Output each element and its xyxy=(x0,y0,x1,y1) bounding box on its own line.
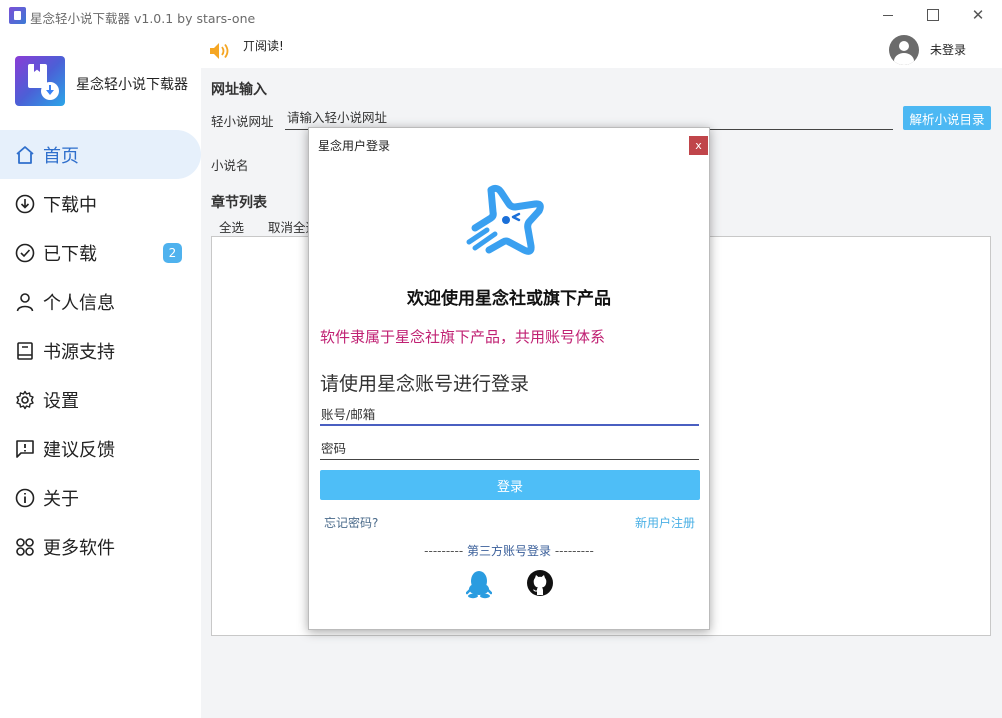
dialog-close-button[interactable]: x xyxy=(689,136,708,155)
sidebar-item-more-apps[interactable]: 更多软件 xyxy=(0,522,201,571)
sidebar-item-label: 更多软件 xyxy=(43,537,115,559)
notice-text: 丌阅读! xyxy=(243,39,284,53)
downloaded-count-badge: 2 xyxy=(163,243,182,263)
chapter-section-title: 章节列表 xyxy=(211,195,267,211)
sidebar-item-label: 建议反馈 xyxy=(43,439,115,461)
star-logo-icon xyxy=(466,184,544,255)
sidebar-item-label: 个人信息 xyxy=(43,292,115,314)
book-icon xyxy=(14,340,36,362)
url-label: 轻小说网址 xyxy=(211,114,274,129)
divider-dashes-left: --------- xyxy=(424,544,464,558)
sidebar-item-sources[interactable]: 书源支持 xyxy=(0,326,201,375)
dialog-subtitle: 软件隶属于星念社旗下产品，共用账号体系 xyxy=(320,328,606,346)
third-party-divider: --------- 第三方账号登录 --------- xyxy=(309,542,709,559)
sidebar-item-home[interactable]: 首页 xyxy=(0,130,201,179)
sidebar-item-downloading[interactable]: 下载中 xyxy=(0,179,201,228)
title-bar: 星念轻小说下载器 v1.0.1 by stars-one ✕ xyxy=(0,0,1002,32)
third-party-label: 第三方账号登录 xyxy=(466,544,551,558)
welcome-heading: 欢迎使用星念社或旗下产品 xyxy=(407,289,611,309)
user-icon xyxy=(14,291,36,313)
feedback-icon xyxy=(14,438,36,460)
sidebar-item-about[interactable]: 关于 xyxy=(0,473,201,522)
dialog-title: 星念用户登录 xyxy=(318,139,391,153)
check-circle-icon xyxy=(14,242,36,264)
sidebar-item-profile[interactable]: 个人信息 xyxy=(0,277,201,326)
qq-login-icon[interactable] xyxy=(466,569,492,599)
url-section-title: 网址输入 xyxy=(211,82,267,98)
app-icon xyxy=(9,7,26,24)
sidebar-nav: 首页 下载中 已下载 2 个人信息 书源支持 设置 建议反馈 关于 更多软件 xyxy=(0,130,201,571)
sidebar-item-downloaded[interactable]: 已下载 2 xyxy=(0,228,201,277)
forgot-password-link[interactable]: 忘记密码? xyxy=(324,514,378,531)
login-dialog: 星念用户登录 x 欢迎使用星念社或旗下产品 软件隶属于星念社旗下产品，共用账号体… xyxy=(308,127,710,630)
sidebar-item-feedback[interactable]: 建议反馈 xyxy=(0,424,201,473)
window-title: 星念轻小说下载器 v1.0.1 by stars-one xyxy=(30,11,256,26)
home-icon xyxy=(14,144,36,166)
maximize-button[interactable] xyxy=(921,4,945,26)
gear-icon xyxy=(14,389,36,411)
parse-directory-button[interactable]: 解析小说目录 xyxy=(903,106,991,130)
login-heading: 请使用星念账号进行登录 xyxy=(320,373,530,395)
top-bar: 丌阅读! 未登录 xyxy=(201,32,1002,68)
select-all-button[interactable]: 全选 xyxy=(211,215,252,238)
register-link[interactable]: 新用户注册 xyxy=(635,514,695,531)
novel-name-label: 小说名 xyxy=(211,158,249,173)
sidebar-item-settings[interactable]: 设置 xyxy=(0,375,201,424)
brand-name: 星念轻小说下载器 xyxy=(76,77,188,93)
user-name[interactable]: 未登录 xyxy=(930,41,966,58)
login-button[interactable]: 登录 xyxy=(320,470,700,500)
password-field[interactable] xyxy=(320,438,699,460)
sidebar-item-label: 下载中 xyxy=(43,194,97,216)
avatar[interactable] xyxy=(889,35,919,65)
sidebar-item-label: 关于 xyxy=(43,488,79,510)
apps-icon xyxy=(14,536,36,558)
account-field[interactable] xyxy=(320,404,699,426)
sidebar-item-label: 已下载 xyxy=(43,243,97,265)
sidebar-item-label: 首页 xyxy=(43,145,79,167)
minimize-button[interactable] xyxy=(876,4,900,26)
speaker-icon xyxy=(209,42,233,64)
sidebar: 星念轻小说下载器 首页 下载中 已下载 2 个人信息 书源支持 设置 建议反馈 … xyxy=(0,32,201,718)
close-window-button[interactable]: ✕ xyxy=(966,4,990,26)
sidebar-item-label: 设置 xyxy=(43,390,79,412)
divider-dashes-right: --------- xyxy=(554,544,594,558)
sidebar-item-label: 书源支持 xyxy=(43,341,115,363)
download-circle-icon xyxy=(14,193,36,215)
brand-logo xyxy=(15,56,65,106)
github-login-icon[interactable] xyxy=(526,569,554,597)
info-icon xyxy=(14,487,36,509)
